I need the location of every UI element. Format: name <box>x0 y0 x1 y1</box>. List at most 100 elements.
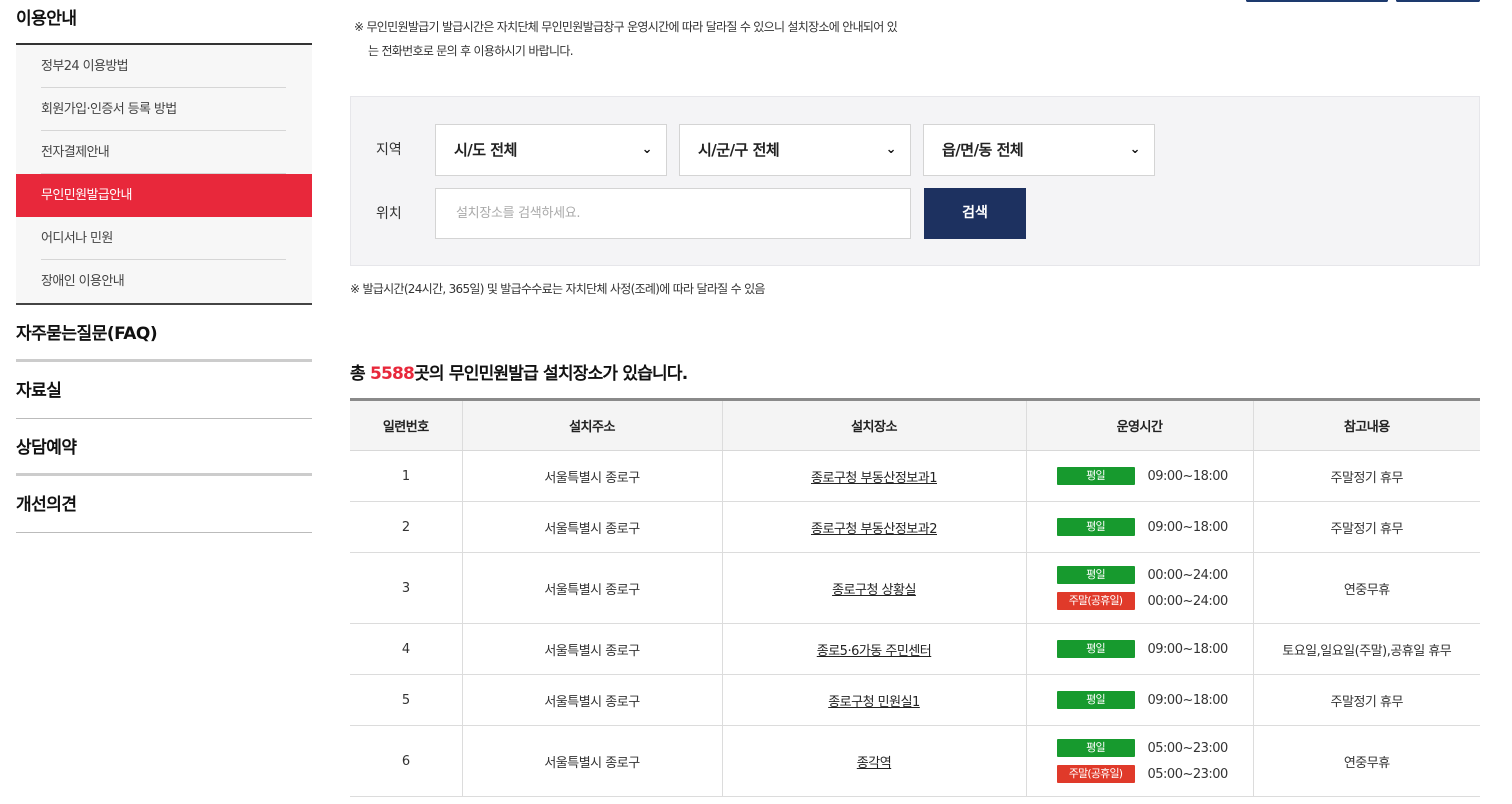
weekday-hours: 평일 09:00~18:00 <box>1056 514 1253 540</box>
search-panel: 지역 시/도 전체 ⌄ 시/군/구 전체 ⌄ 읍/면/동 전체 ⌄ 위치 설치장… <box>350 96 1480 266</box>
weekday-time: 00:00~24:00 <box>1147 567 1229 583</box>
eupmyeondong-select-value: 읍/면/동 전체 <box>942 141 1024 159</box>
top-button-right[interactable] <box>1396 0 1480 2</box>
weekday-hours: 평일 09:00~18:00 <box>1056 687 1253 713</box>
weekday-hours: 평일 09:00~18:00 <box>1056 636 1253 662</box>
location-label: 위치 <box>376 206 402 222</box>
cell-serial: 4 <box>350 623 462 675</box>
place-link[interactable]: 종각역 <box>857 756 892 771</box>
cell-serial: 2 <box>350 501 462 553</box>
issuance-time-notice: ※ 무인민원발급기 발급시간은 자치단체 무인민원발급창구 운영시간에 따라 달… <box>354 15 1084 63</box>
cell-serial: 1 <box>350 450 462 502</box>
header-note: 참고내용 <box>1252 398 1480 451</box>
total-prefix: 총 <box>350 364 370 384</box>
weekday-time: 09:00~18:00 <box>1147 692 1229 708</box>
sidebar-item-unmanned-issuance[interactable]: 무인민원발급안내 <box>16 174 312 217</box>
table-row: 6 서울특별시 종로구 종각역 평일 05:00~23:00 주말(공휴일) 05:00~2… <box>350 725 1480 797</box>
cell-hours: 평일 09:00~18:00 <box>1025 674 1253 726</box>
cell-place: 종로구청 부동산정보과2 <box>721 501 1026 553</box>
table-row: 4 서울특별시 종로구 종로5·6가동 주민센터 평일 09:00~18:00 토요일,일… <box>350 623 1480 675</box>
table-row: 1 서울특별시 종로구 종로구청 부동산정보과1 평일 09:00~18:00 주말정기 … <box>350 450 1480 502</box>
cell-place: 종로구청 부동산정보과1 <box>721 450 1026 502</box>
table-row: 2 서울특별시 종로구 종로구청 부동산정보과2 평일 09:00~18:00 주말정기 … <box>350 501 1480 553</box>
place-link[interactable]: 종로구청 부동산정보과2 <box>811 522 938 537</box>
weekday-hours: 평일 09:00~18:00 <box>1056 463 1253 489</box>
sidebar-item-disability-guide[interactable]: 장애인 이용안내 <box>16 260 312 303</box>
sidebar-submenu: 정부24 이용방법 회원가입·인증서 등록 방법 전자결제안내 무인민원발급안내… <box>16 45 312 305</box>
weekday-hours: 평일 00:00~24:00 <box>1056 562 1253 588</box>
eupmyeondong-select[interactable]: 읍/면/동 전체 ⌄ <box>923 124 1155 176</box>
cell-note: 주말정기 휴무 <box>1252 674 1480 726</box>
chevron-down-icon: ⌄ <box>641 142 653 157</box>
weekday-badge: 평일 <box>1056 739 1135 757</box>
cell-address: 서울특별시 종로구 <box>461 623 722 675</box>
total-suffix: 곳의 무인민원발급 설치장소가 있습니다. <box>414 364 688 384</box>
holiday-badge: 주말(공휴일) <box>1056 765 1135 783</box>
sigungu-select[interactable]: 시/군/구 전체 ⌄ <box>679 124 911 176</box>
cell-place: 종각역 <box>721 725 1026 797</box>
holiday-badge: 주말(공휴일) <box>1056 592 1135 610</box>
table-row: 5 서울특별시 종로구 종로구청 민원실1 평일 09:00~18:00 주말정기 휴무 <box>350 674 1480 726</box>
sidebar-item-feedback[interactable]: 개선의견 <box>16 476 312 533</box>
cell-hours: 평일 05:00~23:00 주말(공휴일) 05:00~23:00 <box>1025 725 1253 797</box>
cell-hours: 평일 09:00~18:00 <box>1025 501 1253 553</box>
place-link[interactable]: 종로구청 부동산정보과1 <box>811 471 938 486</box>
total-count: 5588 <box>369 364 415 384</box>
cell-address: 서울특별시 종로구 <box>461 450 722 502</box>
cell-hours: 평일 09:00~18:00 <box>1025 623 1253 675</box>
sidebar-item-gov24-usage[interactable]: 정부24 이용방법 <box>16 45 312 88</box>
weekday-badge: 평일 <box>1056 518 1135 536</box>
place-link[interactable]: 종로구청 상황실 <box>832 583 916 598</box>
weekday-badge: 평일 <box>1056 691 1135 709</box>
header-hours: 운영시간 <box>1025 398 1253 451</box>
weekday-time: 09:00~18:00 <box>1147 519 1229 535</box>
header-serial: 일련번호 <box>350 398 462 451</box>
holiday-time: 05:00~23:00 <box>1147 766 1229 782</box>
sidebar-item-faq[interactable]: 자주묻는질문(FAQ) <box>16 305 312 362</box>
sidebar-item-archive[interactable]: 자료실 <box>16 362 312 419</box>
weekday-hours: 평일 05:00~23:00 <box>1056 735 1253 761</box>
weekday-time: 05:00~23:00 <box>1147 740 1229 756</box>
kiosk-location-table: 일련번호 설치주소 설치장소 운영시간 참고내용 1 서울특별시 종로구 종로구청 … <box>350 398 1480 797</box>
cell-hours: 평일 09:00~18:00 <box>1025 450 1253 502</box>
place-link[interactable]: 종로5·6가동 주민센터 <box>817 644 932 659</box>
sidebar-section-title[interactable]: 이용안내 <box>16 0 312 45</box>
weekday-time: 09:00~18:00 <box>1147 468 1229 484</box>
header-place: 설치장소 <box>721 398 1026 451</box>
place-link[interactable]: 종로구청 민원실1 <box>828 695 920 710</box>
region-label: 지역 <box>376 142 402 158</box>
total-count-heading: 총 5588곳의 무인민원발급 설치장소가 있습니다. <box>350 359 688 384</box>
cell-note: 연중무휴 <box>1252 725 1480 797</box>
top-button-left[interactable] <box>1246 0 1388 2</box>
notice-line-1: ※ 무인민원발급기 발급시간은 자치단체 무인민원발급창구 운영시간에 따라 달… <box>354 20 898 34</box>
cell-address: 서울특별시 종로구 <box>461 501 722 553</box>
fee-notice: ※ 발급시간(24시간, 365일) 및 발급수수료는 자치단체 사정(조례)에… <box>350 282 765 296</box>
sidebar-item-signup-certificate[interactable]: 회원가입·인증서 등록 방법 <box>16 88 312 131</box>
table-header-row: 일련번호 설치주소 설치장소 운영시간 참고내용 <box>350 398 1480 451</box>
cell-serial: 5 <box>350 674 462 726</box>
sidebar-item-e-payment[interactable]: 전자결제안내 <box>16 131 312 174</box>
cell-serial: 3 <box>350 552 462 624</box>
chevron-down-icon: ⌄ <box>1129 142 1141 157</box>
cell-place: 종로구청 민원실1 <box>721 674 1026 726</box>
sidebar-item-consult-reservation[interactable]: 상담예약 <box>16 419 312 476</box>
sido-select-value: 시/도 전체 <box>454 141 517 159</box>
holiday-hours: 주말(공휴일) 05:00~23:00 <box>1056 761 1253 787</box>
sigungu-select-value: 시/군/구 전체 <box>698 141 780 159</box>
weekday-time: 09:00~18:00 <box>1147 641 1229 657</box>
location-search-input[interactable]: 설치장소를 검색하세요. <box>435 188 911 239</box>
cell-serial: 6 <box>350 725 462 797</box>
weekday-badge: 평일 <box>1056 566 1135 584</box>
weekday-badge: 평일 <box>1056 640 1135 658</box>
sido-select[interactable]: 시/도 전체 ⌄ <box>435 124 667 176</box>
holiday-hours: 주말(공휴일) 00:00~24:00 <box>1056 588 1253 614</box>
header-address: 설치주소 <box>461 398 722 451</box>
cell-note: 주말정기 휴무 <box>1252 501 1480 553</box>
cell-address: 서울특별시 종로구 <box>461 674 722 726</box>
cell-note: 연중무휴 <box>1252 552 1480 624</box>
cell-place: 종로구청 상황실 <box>721 552 1026 624</box>
chevron-down-icon: ⌄ <box>885 142 897 157</box>
cell-note: 토요일,일요일(주말),공휴일 휴무 <box>1252 623 1480 675</box>
search-button[interactable]: 검색 <box>924 188 1026 239</box>
sidebar-item-anywhere-service[interactable]: 어디서나 민원 <box>16 217 312 260</box>
